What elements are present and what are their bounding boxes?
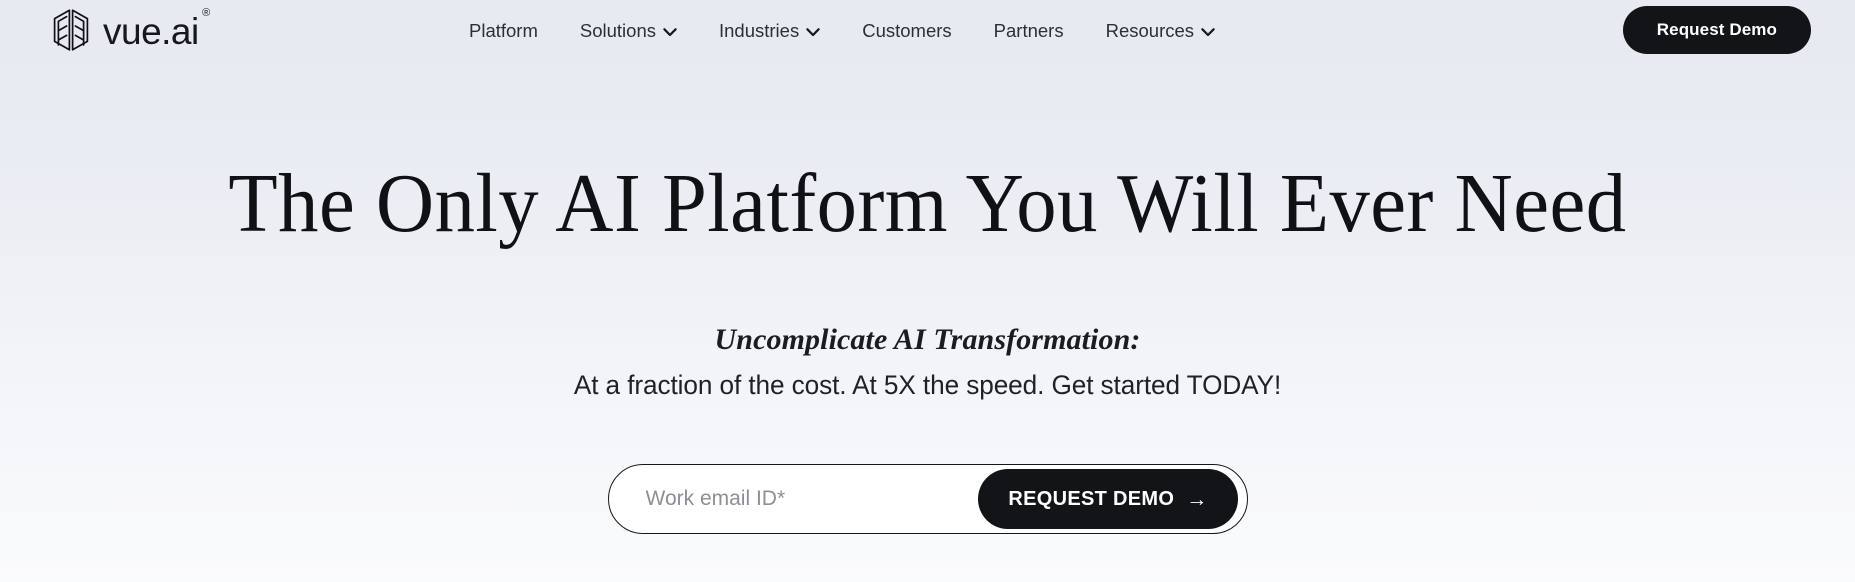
chevron-down-icon: [806, 28, 820, 37]
nav-item-resources[interactable]: Resources: [1085, 19, 1236, 41]
nav-item-partners[interactable]: Partners: [973, 19, 1085, 41]
brand-logo-link[interactable]: vue.ai ®: [48, 7, 210, 53]
primary-navigation: Platform Solutions Industries Customers …: [448, 0, 1236, 62]
nav-item-industries[interactable]: Industries: [698, 19, 841, 41]
nav-item-label: Partners: [993, 19, 1064, 41]
request-demo-submit-button[interactable]: REQUEST DEMO →: [978, 469, 1238, 529]
arrow-right-icon: →: [1186, 487, 1208, 511]
hero-tagline: At a fraction of the cost. At 5X the spe…: [573, 370, 1282, 400]
nav-item-label: Customers: [862, 19, 952, 41]
chevron-down-icon: [663, 28, 677, 37]
nav-item-label: Solutions: [579, 19, 656, 41]
hero-subheadline: Uncomplicate AI Transformation:: [714, 323, 1141, 356]
nav-item-label: Industries: [719, 19, 800, 41]
vue-hexagon-logo-icon: [53, 9, 89, 51]
nav-item-label: Resources: [1105, 19, 1195, 41]
request-demo-header-button[interactable]: Request Demo: [1622, 6, 1811, 54]
brand-wordmark-text: vue.ai: [103, 11, 199, 52]
hero-page: vue.ai® Platform Solutions Industries C: [0, 0, 1855, 582]
site-header: vue.ai® Platform Solutions Industries C: [0, 0, 1855, 62]
nav-item-customers[interactable]: Customers: [841, 19, 972, 41]
chevron-down-icon: [1201, 28, 1215, 37]
request-demo-submit-label: REQUEST DEMO: [1008, 487, 1175, 510]
hero-form-wrapper: REQUEST DEMO →: [0, 464, 1855, 534]
request-demo-form: REQUEST DEMO →: [607, 464, 1248, 534]
nav-item-solutions[interactable]: Solutions: [559, 19, 698, 41]
work-email-input[interactable]: [608, 465, 979, 533]
nav-item-label: Platform: [469, 19, 538, 41]
brand-wordmark: vue.ai ®: [103, 8, 210, 52]
registered-trademark-icon: ®: [202, 7, 210, 19]
nav-item-platform[interactable]: Platform: [448, 19, 559, 41]
hero-headline: The Only AI Platform You Will Ever Need: [228, 157, 1627, 250]
hero-section: The Only AI Platform You Will Ever Need …: [0, 62, 1855, 582]
